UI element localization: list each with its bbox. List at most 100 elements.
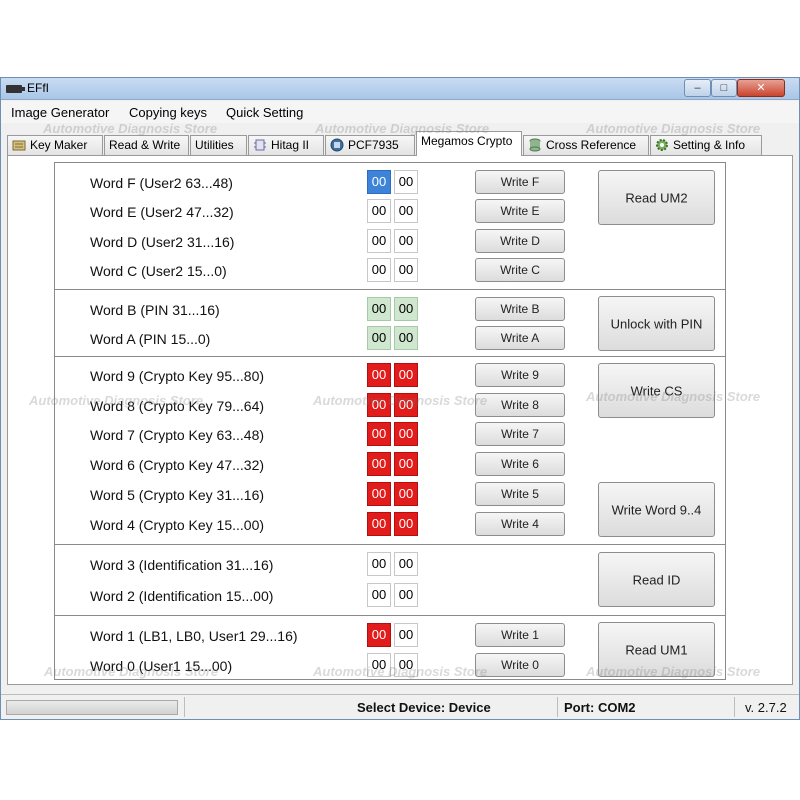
app-window: EFfI – □ ✕ Image Generator Copying keys … xyxy=(0,77,800,720)
tab-key-maker[interactable]: Key Maker xyxy=(7,135,103,155)
word-b-low-byte[interactable]: 00 xyxy=(394,297,418,321)
word-9-label: Word 9 (Crypto Key 95...80) xyxy=(90,368,265,384)
word-7-low-byte[interactable]: 00 xyxy=(394,422,418,446)
word-9-low-byte[interactable]: 00 xyxy=(394,363,418,387)
word-8-label: Word 8 (Crypto Key 79...64) xyxy=(90,398,265,414)
section-identification: Word 3 (Identification 31...16) 00 00 Wo… xyxy=(54,544,726,616)
word-3-label: Word 3 (Identification 31...16) xyxy=(90,557,274,573)
word-e-label: Word E (User2 47...32) xyxy=(90,204,234,220)
word-a-low-byte[interactable]: 00 xyxy=(394,326,418,350)
status-divider xyxy=(734,697,735,717)
maximize-icon: □ xyxy=(720,82,728,94)
word-0-label: Word 0 (User1 15...00) xyxy=(90,658,233,674)
word-d-low-byte[interactable]: 00 xyxy=(394,229,418,253)
write-4-button[interactable]: Write 4 xyxy=(475,512,565,536)
menu-bar: Image Generator Copying keys Quick Setti… xyxy=(1,101,799,123)
word-8-low-byte[interactable]: 00 xyxy=(394,393,418,417)
menu-quick-setting[interactable]: Quick Setting xyxy=(226,105,303,120)
word-f-low-byte[interactable]: 00 xyxy=(394,170,418,194)
word-4-high-byte[interactable]: 00 xyxy=(367,512,391,536)
read-um2-label: Read UM2 xyxy=(625,190,688,205)
write-d-button[interactable]: Write D xyxy=(475,229,565,253)
read-um1-button[interactable]: Read UM1 xyxy=(598,622,715,677)
word-1-high-byte[interactable]: 00 xyxy=(367,623,391,647)
word-f-label: Word F (User2 63...48) xyxy=(90,175,233,191)
status-bar: Select Device: Device Port: COM2 v. 2.7.… xyxy=(1,694,799,719)
tab-megamos-crypto-label: Megamos Crypto xyxy=(421,134,513,148)
word-2-label: Word 2 (Identification 15...00) xyxy=(90,588,274,604)
word-1-label: Word 1 (LB1, LB0, User1 29...16) xyxy=(90,628,298,644)
write-cs-label: Write CS xyxy=(630,383,683,398)
minimize-button[interactable]: – xyxy=(684,79,711,97)
word-9-high-byte[interactable]: 00 xyxy=(367,363,391,387)
maximize-button[interactable]: □ xyxy=(711,79,737,97)
word-3-low-byte[interactable]: 00 xyxy=(394,552,418,576)
word-b-high-byte[interactable]: 00 xyxy=(367,297,391,321)
tab-setting-info-label: Setting & Info xyxy=(673,138,746,152)
word-6-low-byte[interactable]: 00 xyxy=(394,452,418,476)
write-word-9-4-button[interactable]: Write Word 9..4 xyxy=(598,482,715,537)
word-1-low-byte[interactable]: 00 xyxy=(394,623,418,647)
menu-copying-keys[interactable]: Copying keys xyxy=(129,105,207,120)
write-cs-button[interactable]: Write CS xyxy=(598,363,715,418)
app-icon xyxy=(6,85,25,93)
megamos-crypto-panel: Word F (User2 63...48) 00 00 Write F Wor… xyxy=(7,155,793,685)
word-e-high-byte[interactable]: 00 xyxy=(367,199,391,223)
word-3-high-byte[interactable]: 00 xyxy=(367,552,391,576)
word-e-low-byte[interactable]: 00 xyxy=(394,199,418,223)
tab-read-write[interactable]: Read & Write xyxy=(104,135,189,155)
word-0-low-byte[interactable]: 00 xyxy=(394,653,418,677)
word-f-high-byte[interactable]: 00 xyxy=(367,170,391,194)
tab-setting-info[interactable]: Setting & Info xyxy=(650,135,762,155)
write-7-button[interactable]: Write 7 xyxy=(475,422,565,446)
write-e-button[interactable]: Write E xyxy=(475,199,565,223)
word-7-high-byte[interactable]: 00 xyxy=(367,422,391,446)
word-8-high-byte[interactable]: 00 xyxy=(367,393,391,417)
key-maker-icon xyxy=(12,140,26,151)
tab-bar: Key Maker Read & Write Utilities Hitag I… xyxy=(7,127,797,156)
tab-hitag-ii[interactable]: Hitag II xyxy=(248,135,324,155)
write-1-button[interactable]: Write 1 xyxy=(475,623,565,647)
word-d-high-byte[interactable]: 00 xyxy=(367,229,391,253)
write-8-button[interactable]: Write 8 xyxy=(475,393,565,417)
section-user1: Word 1 (LB1, LB0, User1 29...16) 00 00 W… xyxy=(54,615,726,680)
word-c-high-byte[interactable]: 00 xyxy=(367,258,391,282)
word-5-low-byte[interactable]: 00 xyxy=(394,482,418,506)
write-0-button[interactable]: Write 0 xyxy=(475,653,565,677)
status-version: v. 2.7.2 xyxy=(745,700,787,715)
word-5-label: Word 5 (Crypto Key 31...16) xyxy=(90,487,265,503)
word-2-low-byte[interactable]: 00 xyxy=(394,583,418,607)
read-id-button[interactable]: Read ID xyxy=(598,552,715,607)
close-button[interactable]: ✕ xyxy=(737,79,785,97)
word-4-low-byte[interactable]: 00 xyxy=(394,512,418,536)
pcf-chip-icon xyxy=(330,138,344,152)
write-6-button[interactable]: Write 6 xyxy=(475,452,565,476)
tab-cross-reference[interactable]: Cross Reference xyxy=(523,135,649,155)
word-6-high-byte[interactable]: 00 xyxy=(367,452,391,476)
write-c-button[interactable]: Write C xyxy=(475,258,565,282)
word-a-high-byte[interactable]: 00 xyxy=(367,326,391,350)
menu-image-generator[interactable]: Image Generator xyxy=(11,105,109,120)
write-f-button[interactable]: Write F xyxy=(475,170,565,194)
read-um1-label: Read UM1 xyxy=(625,642,688,657)
read-um2-button[interactable]: Read UM2 xyxy=(598,170,715,225)
write-9-button[interactable]: Write 9 xyxy=(475,363,565,387)
word-b-label: Word B (PIN 31...16) xyxy=(90,302,220,318)
write-word-9-4-label: Write Word 9..4 xyxy=(611,502,702,517)
write-a-button[interactable]: Write A xyxy=(475,326,565,350)
tab-pcf7935[interactable]: PCF7935 xyxy=(325,135,415,155)
word-2-high-byte[interactable]: 00 xyxy=(367,583,391,607)
write-b-button[interactable]: Write B xyxy=(475,297,565,321)
unlock-with-pin-button[interactable]: Unlock with PIN xyxy=(598,296,715,351)
title-bar[interactable]: EFfI – □ ✕ xyxy=(1,78,799,100)
tab-utilities-label: Utilities xyxy=(195,138,234,152)
word-5-high-byte[interactable]: 00 xyxy=(367,482,391,506)
tab-utilities[interactable]: Utilities xyxy=(190,135,247,155)
word-0-high-byte[interactable]: 00 xyxy=(367,653,391,677)
tab-read-write-label: Read & Write xyxy=(109,138,181,152)
word-c-low-byte[interactable]: 00 xyxy=(394,258,418,282)
write-5-button[interactable]: Write 5 xyxy=(475,482,565,506)
tab-megamos-crypto[interactable]: Megamos Crypto xyxy=(416,131,522,156)
status-divider xyxy=(557,697,558,717)
tab-cross-reference-label: Cross Reference xyxy=(546,138,637,152)
